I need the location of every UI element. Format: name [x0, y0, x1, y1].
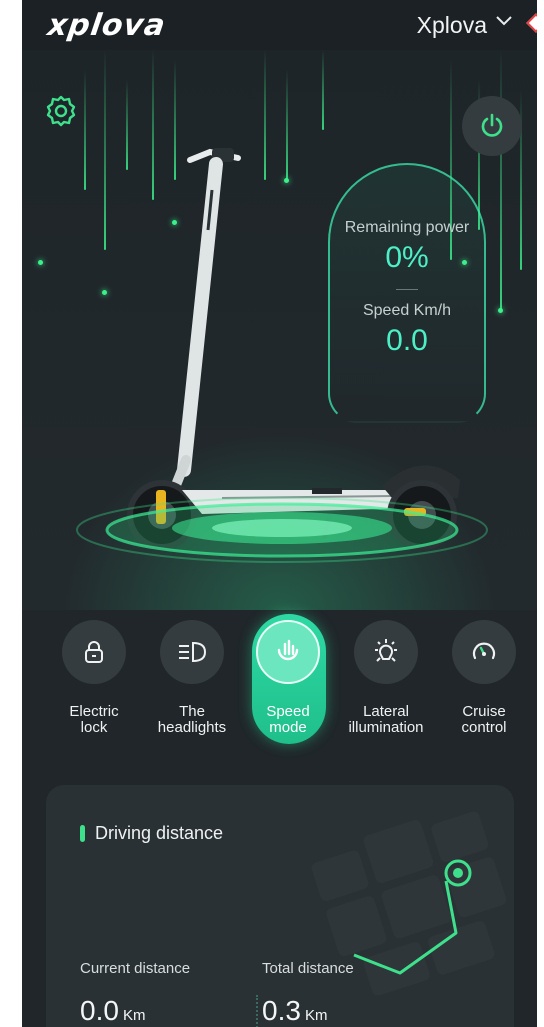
scooter-hero: Remaining power 0% Speed Km/h 0.0	[22, 50, 537, 610]
mode-label: Lateral illumination	[336, 704, 436, 736]
current-distance-unit: Km	[122, 1007, 146, 1024]
electric-lock-button[interactable]: Electric lock	[44, 620, 144, 736]
gauge-icon	[472, 642, 496, 660]
mode-circle	[452, 620, 516, 684]
rain-dot	[38, 260, 43, 265]
rain-streak	[322, 50, 324, 130]
brand-logo: xplova	[45, 7, 168, 43]
cruise-control-button[interactable]: Cruise control	[434, 620, 534, 736]
mode-label-line2: mode	[269, 719, 307, 736]
mode-label-line2: headlights	[157, 719, 227, 736]
mode-label-line1: Lateral	[363, 703, 409, 720]
current-distance-label: Current distance	[80, 960, 191, 977]
card-title: Driving distance	[80, 823, 223, 844]
total-distance-unit: Km	[304, 1007, 328, 1024]
status-gauge: Remaining power 0% Speed Km/h 0.0	[328, 163, 486, 423]
mode-label: Cruise control	[434, 704, 534, 736]
current-distance-value-row: 0.0 Km	[80, 995, 190, 1027]
device-selector[interactable]: Xplova	[417, 12, 513, 39]
edge-marker-icon	[526, 13, 537, 33]
stat-divider	[256, 995, 258, 1027]
mode-circle	[62, 620, 126, 684]
rain-dot	[498, 308, 503, 313]
speed-value: 0.0	[386, 324, 428, 357]
mode-label-line2: control	[461, 719, 507, 736]
mode-label-line1: The	[179, 703, 205, 720]
driving-distance-title: Driving distance	[95, 823, 224, 843]
mode-label-line1: Electric	[69, 703, 119, 720]
lateral-illumination-button[interactable]: Lateral illumination	[336, 620, 436, 736]
current-distance-stat: Current distance 0.0 Km	[80, 960, 190, 1027]
total-distance-stat: Total distance 0.3 Km	[262, 960, 354, 1027]
chevron-down-icon	[495, 14, 513, 32]
remaining-power-value: 0%	[385, 241, 429, 274]
rain-dot	[102, 290, 107, 295]
mode-circle	[256, 620, 320, 684]
driving-distance-card[interactable]: Driving distance Current distance 0.0 Km …	[46, 785, 514, 1027]
mode-circle	[160, 620, 224, 684]
speed-label: Speed Km/h	[362, 302, 452, 319]
rain-streak	[500, 50, 502, 310]
lock-icon	[85, 641, 103, 663]
device-name: Xplova	[416, 11, 487, 38]
total-distance-label: Total distance	[262, 960, 354, 977]
speed-mode-icon	[277, 639, 299, 661]
mode-bar: Electric lock The headlights Speed mode …	[22, 614, 537, 750]
mode-label: Electric lock	[44, 704, 144, 736]
rain-streak	[104, 50, 106, 250]
power-icon	[481, 113, 503, 137]
total-distance-value-row: 0.3 Km	[262, 995, 354, 1027]
mode-label-line2: lock	[80, 719, 108, 736]
current-distance-value: 0.0	[80, 995, 119, 1026]
speed-mode-button[interactable]: Speed mode	[238, 614, 338, 744]
rain-streak	[84, 70, 86, 190]
remaining-power-label: Remaining power	[344, 219, 470, 236]
mode-label-line2: illumination	[348, 719, 424, 736]
glow-platform	[76, 497, 488, 563]
title-accent-bar	[80, 825, 85, 842]
sun-icon	[375, 639, 397, 662]
total-distance-value: 0.3	[262, 995, 301, 1026]
mode-label: Speed mode	[238, 704, 338, 736]
headlights-button[interactable]: The headlights	[142, 620, 242, 736]
mode-label-line1: Speed	[266, 703, 310, 720]
mode-label-line1: Cruise	[462, 703, 506, 720]
headlight-icon	[179, 641, 207, 663]
top-bar: xplova Xplova	[22, 0, 537, 50]
mode-label: The headlights	[142, 704, 242, 736]
settings-button[interactable]	[44, 94, 78, 128]
app-screen: xplova Xplova Remaining power 0% Speed K…	[22, 0, 537, 1027]
gear-icon	[46, 95, 76, 127]
gauge-divider	[396, 289, 418, 290]
mode-circle	[354, 620, 418, 684]
